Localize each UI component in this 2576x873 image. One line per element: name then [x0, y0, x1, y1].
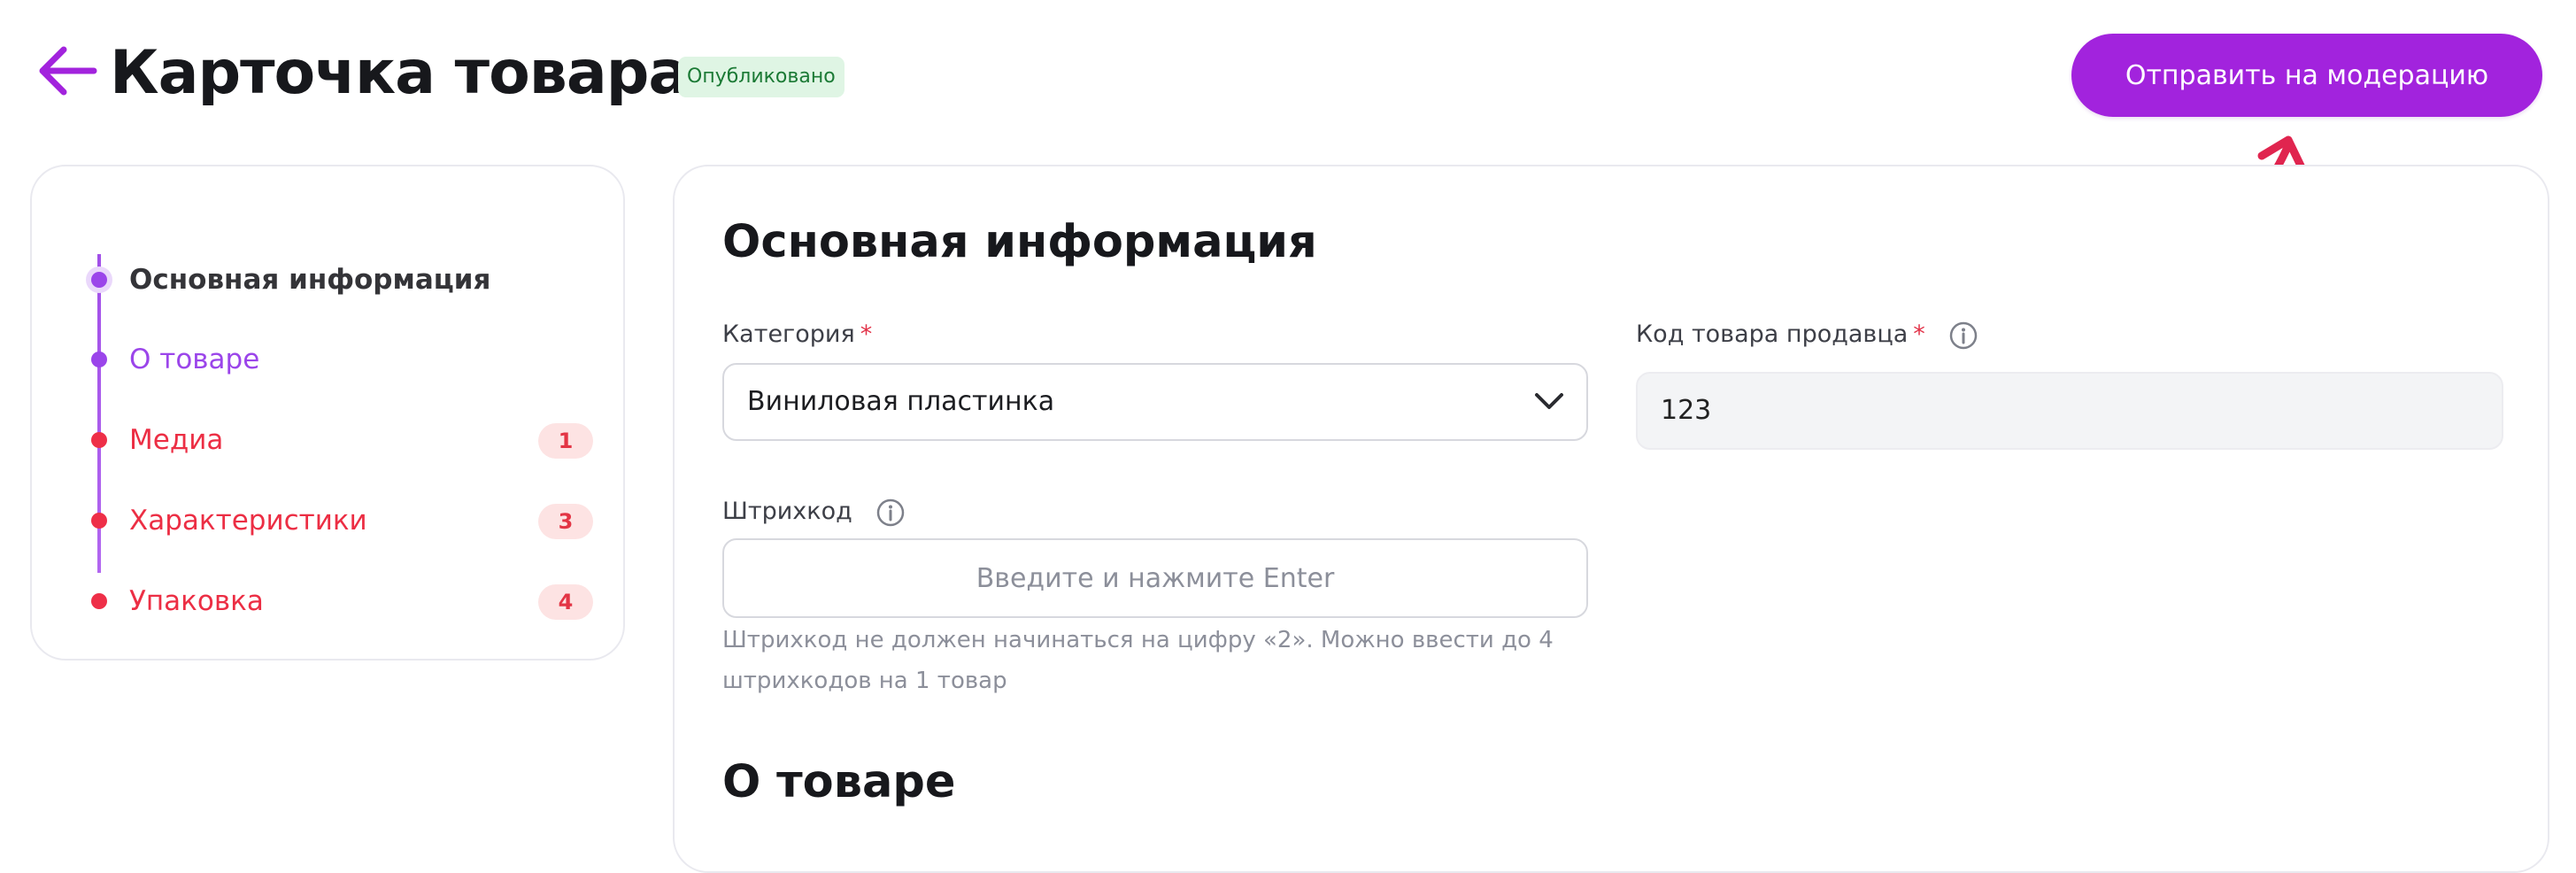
barcode-label: Штрихкод [722, 494, 906, 529]
step-label: Основная информация [129, 264, 491, 296]
required-mark: * [1913, 321, 1925, 348]
chevron-down-icon [1535, 393, 1563, 409]
send-to-moderation-button[interactable]: Отправить на модерацию [2071, 34, 2542, 117]
step-label: Медиа [129, 424, 224, 456]
category-select-value: Виниловая пластинка [747, 386, 1055, 417]
step-dot [91, 352, 107, 367]
seller-code-label-text: Код товара продавца [1636, 321, 1909, 348]
step-about-product[interactable]: О товаре [83, 335, 597, 384]
back-arrow-icon[interactable] [35, 42, 99, 99]
seller-code-input[interactable]: 123 [1636, 372, 2503, 450]
about-product-title: О товаре [722, 756, 956, 808]
required-mark: * [860, 321, 873, 348]
step-packaging[interactable]: Упаковка 4 [83, 576, 597, 626]
step-dot-error [91, 432, 107, 448]
step-main-info[interactable]: Основная информация [83, 255, 597, 305]
category-label: Категория * [722, 317, 872, 352]
step-dot-error [91, 593, 107, 609]
step-dot-error [91, 513, 107, 529]
error-count-badge: 3 [538, 504, 593, 539]
product-form-card: Основная информация Категория * Виниловая… [673, 165, 2549, 873]
step-label: Характеристики [129, 505, 367, 537]
section-stepper: Основная информация О товаре Медиа 1 Хар… [30, 165, 625, 661]
barcode-helper-text: Штрихкод не должен начинаться на цифру «… [722, 620, 1572, 701]
barcode-label-text: Штрихкод [722, 498, 852, 525]
error-count-badge: 4 [538, 584, 593, 620]
category-label-text: Категория [722, 321, 855, 348]
page-header: Карточка товара Опубликовано Отправить н… [0, 0, 2576, 238]
page-title: Карточка товара [110, 38, 689, 108]
step-characteristics[interactable]: Характеристики 3 [83, 496, 597, 545]
step-label: Упаковка [129, 585, 264, 617]
info-icon[interactable] [1948, 321, 1978, 351]
helper-line: штрихкодов на 1 товар [722, 668, 1007, 694]
status-badge: Опубликовано [678, 57, 845, 97]
info-icon[interactable] [875, 498, 906, 528]
barcode-input[interactable] [722, 538, 1588, 618]
step-media[interactable]: Медиа 1 [83, 415, 597, 465]
section-title: Основная информация [722, 216, 1317, 268]
step-label: О товаре [129, 344, 260, 375]
category-select[interactable]: Виниловая пластинка [722, 363, 1588, 441]
step-dot-active [91, 272, 107, 288]
error-count-badge: 1 [538, 423, 593, 459]
seller-code-label: Код товара продавца * [1636, 317, 1978, 352]
helper-line: Штрихкод не должен начинаться на цифру «… [722, 627, 1554, 653]
